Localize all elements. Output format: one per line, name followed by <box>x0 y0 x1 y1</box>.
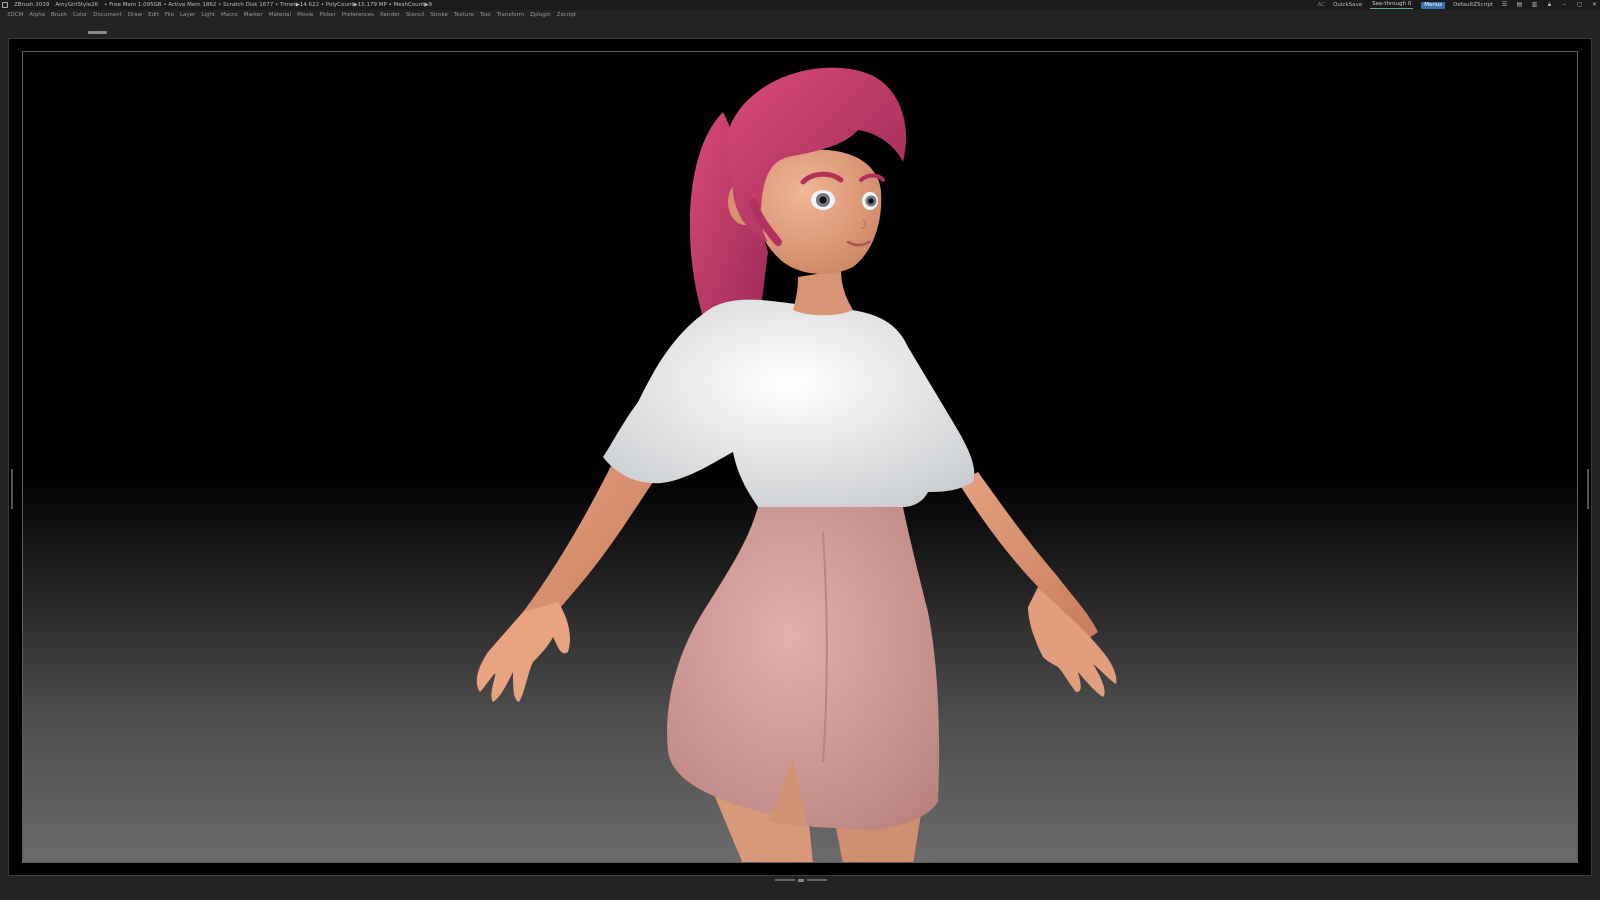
default-zscript-button[interactable]: DefaultZScript <box>1453 0 1493 10</box>
menu-transform[interactable]: Transform <box>497 10 524 21</box>
menu-macro[interactable]: Macro <box>221 10 238 21</box>
menu-draw[interactable]: Draw <box>128 10 142 21</box>
menu-stencil[interactable]: Stencil <box>406 10 425 21</box>
menu-3dcm[interactable]: 3DCM <box>7 10 23 21</box>
minimize-icon[interactable]: – <box>1561 0 1568 10</box>
close-icon[interactable]: ✕ <box>1591 0 1598 10</box>
ac-button[interactable]: AC <box>1318 0 1326 10</box>
menu-light[interactable]: Light <box>201 10 215 21</box>
layout-icon[interactable]: ☰ <box>1501 0 1508 10</box>
menu-tool[interactable]: Tool <box>480 10 491 21</box>
zbrush-app-icon <box>2 2 8 8</box>
menu-layer[interactable]: Layer <box>180 10 195 21</box>
menu-render[interactable]: Render <box>380 10 400 21</box>
menu-color[interactable]: Color <box>73 10 87 21</box>
menu-picker[interactable]: Picker <box>319 10 335 21</box>
menu-zplugin[interactable]: Zplugin <box>530 10 551 21</box>
shirt <box>603 299 975 507</box>
layout-icon[interactable]: ▤ <box>1516 0 1523 10</box>
bottom-tray-handle[interactable] <box>775 879 827 882</box>
neck <box>793 270 853 316</box>
tray-tab-strip <box>0 21 1600 38</box>
app-name: ZBrush 2019 <box>14 2 50 8</box>
menu-stroke[interactable]: Stroke <box>430 10 448 21</box>
document-name: AmyGirlStyle26 <box>55 2 99 8</box>
menu-preferences[interactable]: Preferences <box>342 10 374 21</box>
menu-material[interactable]: Material <box>269 10 291 21</box>
right-arm <box>958 472 1098 642</box>
lock-icon[interactable]: 🔒︎ <box>1546 0 1553 10</box>
face <box>752 149 882 274</box>
menu-brush[interactable]: Brush <box>51 10 67 21</box>
character-model[interactable] <box>23 52 1578 863</box>
menu-file[interactable]: File <box>165 10 174 21</box>
right-tray-handle[interactable] <box>1587 469 1589 509</box>
quicksave-button[interactable]: QuickSave <box>1333 0 1362 10</box>
menu-zscript[interactable]: Zscript <box>557 10 576 21</box>
menu-texture[interactable]: Texture <box>454 10 474 21</box>
left-tray-handle[interactable] <box>11 469 13 509</box>
menu-document[interactable]: Document <box>93 10 122 21</box>
menus-toggle-button[interactable]: Menus <box>1421 1 1446 9</box>
layout-icon[interactable]: ▥ <box>1531 0 1538 10</box>
tray-drag-handle[interactable] <box>88 31 107 34</box>
menu-movie[interactable]: Movie <box>297 10 313 21</box>
menu-marker[interactable]: Marker <box>244 10 263 21</box>
menu-bar: 3DCM Alpha Brush Color Document Draw Edi… <box>0 10 1600 21</box>
memory-stats: • Free Mem 1.095GB • Active Mem 1862 • S… <box>104 2 433 8</box>
see-through-slider[interactable]: See-through 0 <box>1370 1 1414 9</box>
restore-icon[interactable]: ◻ <box>1576 0 1583 10</box>
document-viewport[interactable] <box>22 51 1578 863</box>
menu-edit[interactable]: Edit <box>148 10 159 21</box>
skirt <box>667 507 940 830</box>
menu-alpha[interactable]: Alpha <box>29 10 45 21</box>
left-hand <box>476 602 570 702</box>
title-bar: ZBrush 2019 AmyGirlStyle26 • Free Mem 1.… <box>0 0 1600 10</box>
